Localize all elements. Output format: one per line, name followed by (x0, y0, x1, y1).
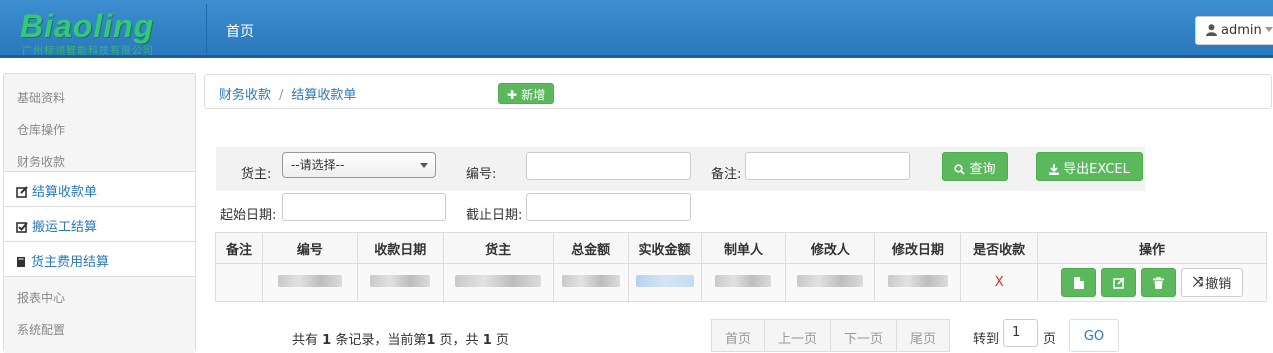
view-button[interactable] (1061, 268, 1097, 297)
navbar-divider (206, 4, 207, 54)
file-icon (1073, 276, 1084, 289)
user-menu-button[interactable]: admin (1195, 16, 1273, 45)
pagination-info: 共有 1 条记录，当前第1 页，共 1 页 (292, 333, 509, 348)
cell-creator-redacted (700, 263, 787, 302)
plus-icon: ✚ (507, 88, 522, 102)
sidebar: 基础资料 仓库操作 财务收款 结算收款单 搬运工结算 货主费用结算 报表中心 系… (3, 73, 196, 353)
cancel-button[interactable]: ⤨ 撤销 (1181, 268, 1244, 297)
sidebar-heading-basic[interactable]: 基础资料 (17, 89, 65, 106)
col-header: 备注 (215, 232, 263, 264)
goto-label: 转到 (973, 332, 1000, 347)
goto-page-input[interactable]: 1 (1003, 319, 1038, 347)
total-records: 1 (322, 333, 332, 348)
search-icon (954, 164, 966, 175)
sidebar-item-label: 搬运工结算 (32, 220, 98, 235)
col-header: 操作 (1037, 232, 1267, 264)
cell-remark (215, 263, 263, 302)
cell-received-amount-redacted (627, 263, 702, 302)
sidebar-item-owner-fee[interactable]: 货主费用结算 (4, 241, 195, 276)
export-button-label: 导出EXCEL (1063, 162, 1130, 177)
start-date-input[interactable] (282, 193, 446, 221)
go-button[interactable]: GO (1069, 319, 1119, 352)
logo-subtitle: 广州标领智能科技有限公司 (22, 46, 154, 57)
trash-icon (1153, 276, 1165, 289)
next-page-button[interactable]: 下一页 (830, 319, 898, 352)
pager: 首页 上一页 下一页 尾页 (711, 319, 951, 352)
start-date-label: 起始日期: (220, 208, 277, 223)
shuffle-icon: ⤨ (1192, 275, 1204, 290)
brand-logo[interactable]: Biaoling 广州标领智能科技有限公司 (14, 8, 194, 57)
cell-modified-date-redacted (874, 263, 962, 302)
query-button[interactable]: 查询 (942, 152, 1008, 181)
cell-number-redacted (261, 263, 358, 302)
current-page: 1 (426, 333, 436, 348)
sidebar-item-label: 结算收款单 (32, 185, 98, 200)
remark-input[interactable] (745, 152, 910, 180)
col-header: 编号 (261, 232, 358, 264)
delete-button[interactable] (1141, 268, 1177, 297)
sidebar-lower-section (4, 276, 195, 353)
sidebar-heading-warehouse[interactable]: 仓库操作 (17, 121, 65, 138)
breadcrumb-separator: / (279, 88, 284, 103)
add-button[interactable]: ✚ 新增 (498, 83, 555, 104)
check-square-icon (16, 222, 28, 233)
last-page-button[interactable]: 尾页 (896, 319, 951, 352)
cell-total-redacted (552, 263, 629, 302)
prev-page-button[interactable]: 上一页 (764, 319, 832, 352)
remark-label: 备注: (711, 167, 742, 182)
total-pages: 1 (482, 333, 492, 348)
top-navbar: Biaoling 广州标领智能科技有限公司 首页 admin (0, 0, 1273, 58)
breadcrumb: 财务收款 / 结算收款单 ✚ 新增 (204, 74, 1272, 109)
user-icon (1206, 24, 1217, 36)
col-header: 货主 (442, 232, 554, 264)
end-date-label: 截止日期: (466, 208, 523, 223)
query-button-label: 查询 (969, 162, 996, 177)
download-icon (1049, 164, 1060, 175)
nav-home-link[interactable]: 首页 (226, 21, 254, 41)
edit-icon (16, 186, 28, 198)
breadcrumb-parent[interactable]: 财务收款 (219, 88, 271, 103)
cell-received-status: X (960, 263, 1039, 302)
col-header: 实收金额 (627, 232, 702, 264)
edit-icon (1112, 276, 1125, 289)
receipt-table: 备注 编号 收款日期 货主 总金额 实收金额 制单人 修改人 修改日期 是否收款… (215, 232, 1267, 302)
edit-button[interactable] (1101, 268, 1137, 297)
owner-select-value: --请选择-- (291, 158, 345, 172)
sidebar-heading-system[interactable]: 系统配置 (17, 321, 65, 338)
sidebar-item-porter-settlement[interactable]: 搬运工结算 (4, 206, 195, 241)
cancel-button-label: 撤销 (1205, 277, 1232, 292)
table-row: X ⤨ 撤销 (215, 263, 1267, 302)
sidebar-item-label: 货主费用结算 (31, 255, 110, 270)
cell-modifier-redacted (785, 263, 876, 302)
first-page-button[interactable]: 首页 (711, 319, 766, 352)
export-excel-button[interactable]: 导出EXCEL (1036, 152, 1143, 181)
col-header: 收款日期 (356, 232, 444, 264)
cell-actions: ⤨ 撤销 (1037, 263, 1267, 302)
col-header: 是否收款 (960, 232, 1039, 264)
user-name: admin (1221, 23, 1262, 38)
col-header: 制单人 (700, 232, 787, 264)
table-header-row: 备注 编号 收款日期 货主 总金额 实收金额 制单人 修改人 修改日期 是否收款… (215, 232, 1267, 264)
sidebar-heading-finance[interactable]: 财务收款 (17, 153, 65, 170)
cell-date-redacted (356, 263, 444, 302)
goto-unit-label: 页 (1043, 332, 1057, 347)
col-header: 总金额 (552, 232, 629, 264)
chevron-down-icon (420, 163, 428, 168)
sidebar-item-settlement-receipt[interactable]: 结算收款单 (4, 171, 195, 206)
sidebar-heading-reports[interactable]: 报表中心 (17, 289, 65, 306)
col-header: 修改人 (785, 232, 876, 264)
book-icon (17, 257, 25, 267)
not-received-mark: X (994, 275, 1004, 290)
logo-wordmark: Biaoling (20, 8, 155, 44)
number-input[interactable] (526, 152, 691, 180)
end-date-input[interactable] (526, 193, 691, 221)
breadcrumb-current[interactable]: 结算收款单 (291, 88, 356, 103)
number-label: 编号: (466, 167, 497, 182)
chevron-down-icon (1264, 27, 1273, 32)
owner-select[interactable]: --请选择-- (282, 152, 436, 178)
add-button-label: 新增 (521, 88, 546, 102)
owner-label: 货主: (241, 167, 272, 182)
cell-owner-redacted (442, 263, 554, 302)
col-header: 修改日期 (874, 232, 962, 264)
